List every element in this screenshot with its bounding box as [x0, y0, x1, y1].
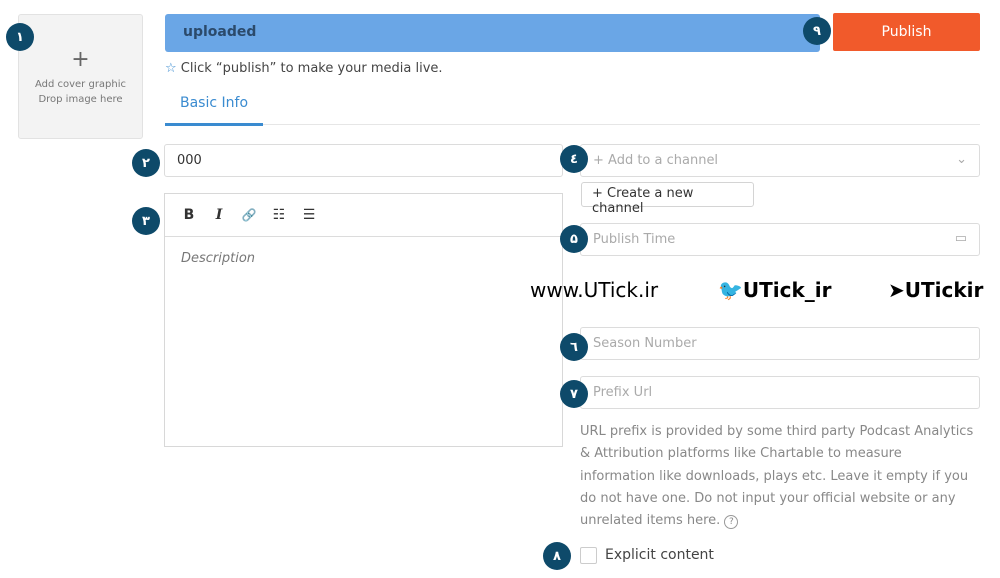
- italic-icon[interactable]: I: [211, 207, 227, 223]
- bullet-list-icon[interactable]: ☰: [301, 207, 317, 223]
- cover-line1: Add cover graphic: [34, 79, 127, 90]
- watermark-telegram: ➤UTickir: [888, 278, 983, 302]
- twitter-icon: 🐦: [718, 278, 743, 302]
- create-channel-button[interactable]: + Create a new channel: [581, 182, 754, 216]
- plus-icon: +: [592, 186, 608, 201]
- publish-hint: ☆ Click “publish” to make your media liv…: [165, 61, 443, 76]
- badge-6: ٦: [560, 333, 588, 361]
- badge-5: ۵: [560, 225, 588, 253]
- prefix-help-body: URL prefix is provided by some third par…: [580, 424, 974, 529]
- badge-8: ۸: [543, 542, 571, 570]
- tab-active-indicator: [165, 123, 263, 126]
- channel-select[interactable]: + Add to a channel ⌄: [580, 144, 980, 177]
- twitter-handle: UTick_ir: [742, 278, 832, 302]
- watermark-twitter: 🐦UTick_ir: [718, 278, 832, 302]
- tab-divider: [165, 124, 980, 125]
- season-number-input[interactable]: Season Number: [580, 327, 980, 360]
- tab-basic-info[interactable]: Basic Info: [180, 95, 248, 111]
- badge-9: ۹: [803, 17, 831, 45]
- cover-line2: Drop image here: [38, 94, 123, 105]
- badge-7: ۷: [560, 380, 588, 408]
- publish-time-placeholder: Publish Time: [593, 232, 676, 247]
- star-icon: ☆: [165, 61, 177, 76]
- publish-time-input[interactable]: Publish Time ▭: [580, 223, 980, 256]
- watermark-site: www.UTick.ir: [530, 278, 659, 302]
- badge-2: ۲: [132, 149, 160, 177]
- bold-icon[interactable]: B: [181, 207, 197, 223]
- hint-text: Click “publish” to make your media live.: [180, 61, 443, 76]
- badge-4: ٤: [560, 145, 588, 173]
- prefix-url-input[interactable]: Prefix Url: [580, 376, 980, 409]
- link-icon[interactable]: 🔗: [241, 208, 257, 222]
- title-input[interactable]: 000: [164, 144, 563, 177]
- create-channel-label: Create a new channel: [592, 186, 694, 216]
- editor-toolbar: B I 🔗 ☷ ☰: [165, 194, 562, 237]
- prefix-help-text: URL prefix is provided by some third par…: [580, 421, 980, 532]
- badge-3: ۳: [132, 207, 160, 235]
- ordered-list-icon[interactable]: ☷: [271, 207, 287, 223]
- channel-placeholder: + Add to a channel: [593, 153, 719, 168]
- badge-1: ۱: [6, 23, 34, 51]
- explicit-label: Explicit content: [605, 547, 714, 563]
- explicit-checkbox[interactable]: [580, 547, 597, 564]
- calendar-icon: ▭: [954, 231, 967, 246]
- telegram-icon: ➤: [888, 278, 905, 302]
- description-editor[interactable]: B I 🔗 ☷ ☰ Description: [164, 193, 563, 447]
- help-icon[interactable]: ?: [724, 515, 739, 530]
- description-placeholder[interactable]: Description: [165, 237, 562, 280]
- publish-button[interactable]: Publish: [833, 13, 980, 51]
- upload-status-bar: uploaded: [165, 14, 820, 52]
- plus-icon: +: [71, 47, 90, 72]
- telegram-handle: UTickir: [904, 278, 984, 302]
- cover-upload-dropzone[interactable]: + Add cover graphic Drop image here: [18, 14, 143, 139]
- chevron-down-icon: ⌄: [956, 152, 967, 167]
